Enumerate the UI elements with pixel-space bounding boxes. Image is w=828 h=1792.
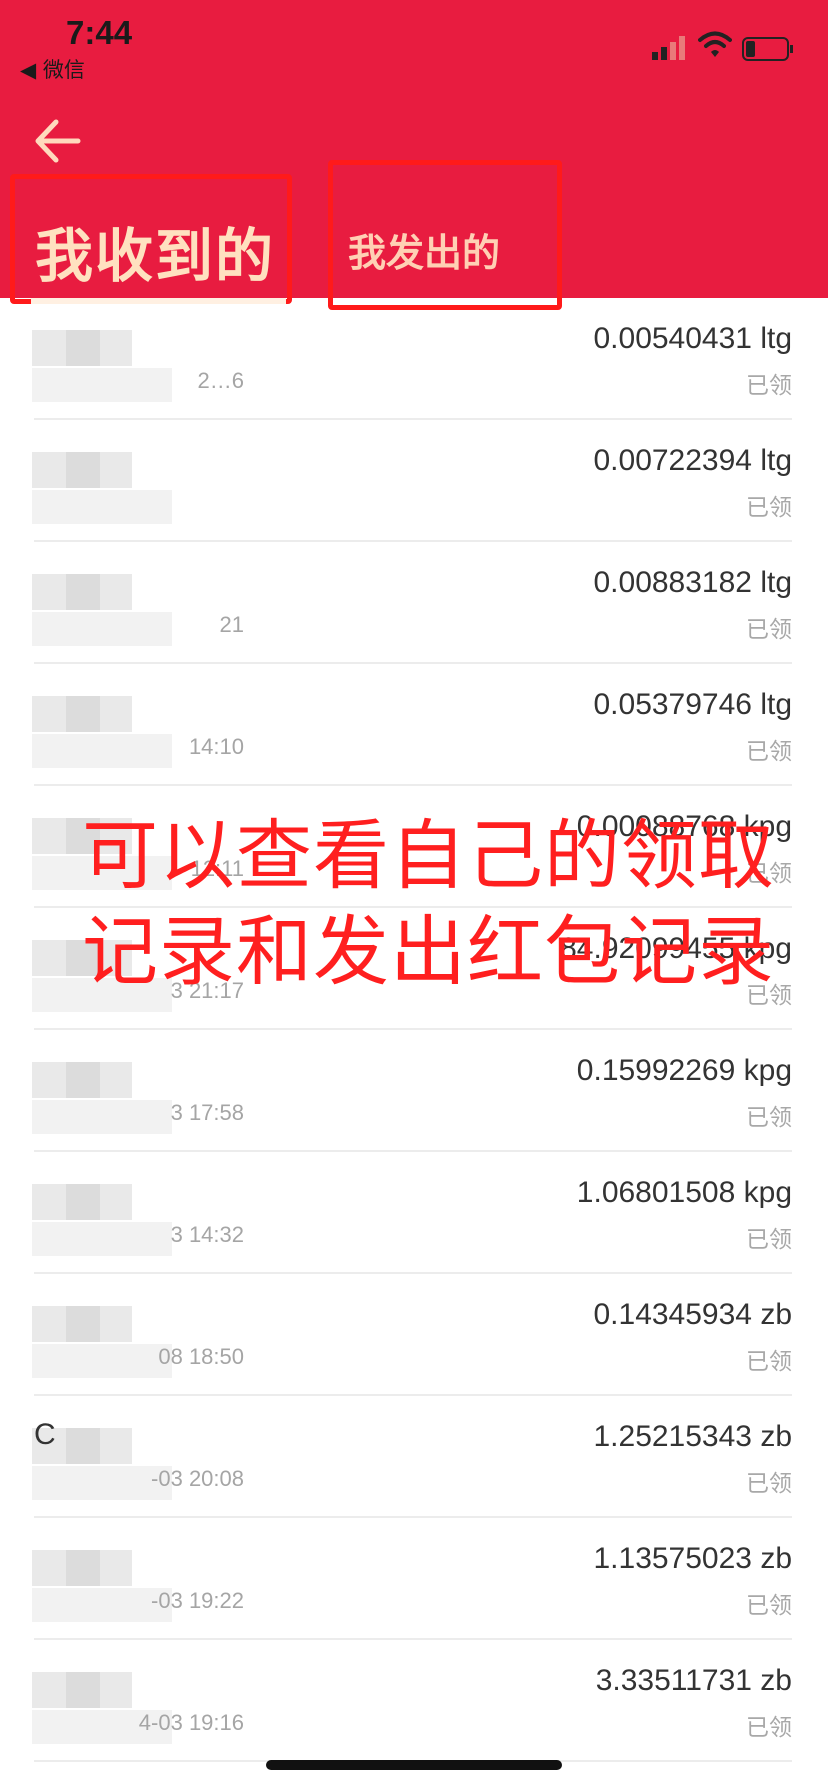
red-packet-record-list: 2…6 0.00540431 ltg 已领 0.00722394 ltg 已领 … [0,298,828,1762]
record-time: -03 19:22 [151,1588,244,1613]
time-redacted [32,1344,172,1378]
record-status: 已领 [746,1105,792,1131]
record-time: -03 20:08 [151,1466,244,1491]
record-time: 3 17:58 [170,1100,244,1125]
record-amount: 0.05379746 ltg [593,688,792,721]
sender-name-redacted [32,574,132,610]
sender-name-redacted [32,1672,132,1708]
back-to-app-link[interactable]: ◀ 微信 [20,54,85,84]
time-redacted [32,368,172,402]
record-amount: 3.33511731 zb [595,1664,792,1697]
time-redacted [32,490,172,524]
sender-name-redacted [32,330,132,366]
sender-name-redacted [32,1062,132,1098]
sender-name-redacted [32,452,132,488]
list-item[interactable]: -03 19:22 1.13575023 zb 已领 [0,1518,828,1640]
record-status: 已领 [746,1349,792,1375]
sender-name-redacted [32,1550,132,1586]
list-item[interactable]: 0.00722394 ltg 已领 [0,420,828,542]
record-status: 已领 [746,373,792,399]
sender-name-redacted [32,696,132,732]
time-redacted [32,612,172,646]
list-item[interactable]: 14:10 0.05379746 ltg 已领 [0,664,828,786]
list-item[interactable]: 3 14:32 1.06801508 kpg 已领 [0,1152,828,1274]
record-status: 已领 [746,1715,792,1741]
sender-name-redacted [32,1306,132,1342]
annotation-overlay-text: 可以查看自己的领取记录和发出红包记录 [82,811,775,996]
record-amount: 0.00883182 ltg [593,566,792,599]
list-item[interactable]: 21 0.00883182 ltg 已领 [0,542,828,664]
record-status: 已领 [746,617,792,643]
tab-received[interactable]: 我收到的 [10,174,292,304]
record-time: 08 18:50 [158,1344,244,1369]
wifi-icon [698,31,732,57]
list-item[interactable]: C -03 20:08 1.25215343 zb 已领 [0,1396,828,1518]
list-item[interactable]: 3 17:58 0.15992269 kpg 已领 [0,1030,828,1152]
record-amount: 0.00540431 ltg [593,322,792,355]
record-time: 21 [219,612,244,637]
record-status: 已领 [746,739,792,765]
list-item[interactable]: 08 18:50 0.14345934 zb 已领 [0,1274,828,1396]
sender-name: C [34,1418,56,1451]
record-amount: 0.14345934 zb [593,1298,792,1331]
record-amount: 0.15992269 kpg [576,1054,792,1087]
header-bar: 7:44 ◀ 微信 我收到的 我发出的 [0,0,828,310]
record-status: 已领 [746,1471,792,1497]
record-time: 14:10 [188,734,244,759]
tab-received-label: 我收到的 [35,222,276,290]
record-amount: 1.25215343 zb [593,1420,792,1453]
list-item[interactable]: 4-03 19:16 3.33511731 zb 已领 [0,1640,828,1762]
record-amount: 1.13575023 zb [593,1542,792,1575]
time-redacted [32,1222,172,1256]
tab-sent-label: 我发出的 [348,231,501,275]
record-amount: 1.06801508 kpg [576,1176,792,1209]
time-redacted [32,1100,172,1134]
record-status: 已领 [746,1227,792,1253]
record-amount: 0.00722394 ltg [593,444,792,477]
record-time: 4-03 19:16 [138,1710,244,1735]
battery-icon [742,37,793,61]
record-time: 3 14:32 [170,1222,244,1247]
cellular-signal-icon [652,36,685,60]
time-redacted [32,734,172,768]
home-indicator[interactable] [266,1760,562,1770]
record-status: 已领 [746,495,792,521]
arrow-left-icon[interactable] [30,116,84,166]
tab-sent[interactable]: 我发出的 [328,160,562,310]
record-time: 2…6 [197,368,244,393]
record-status: 已领 [746,1593,792,1619]
status-time: 7:44 [66,14,133,51]
list-item[interactable]: 2…6 0.00540431 ltg 已领 [0,298,828,420]
sender-name-redacted [32,1184,132,1220]
